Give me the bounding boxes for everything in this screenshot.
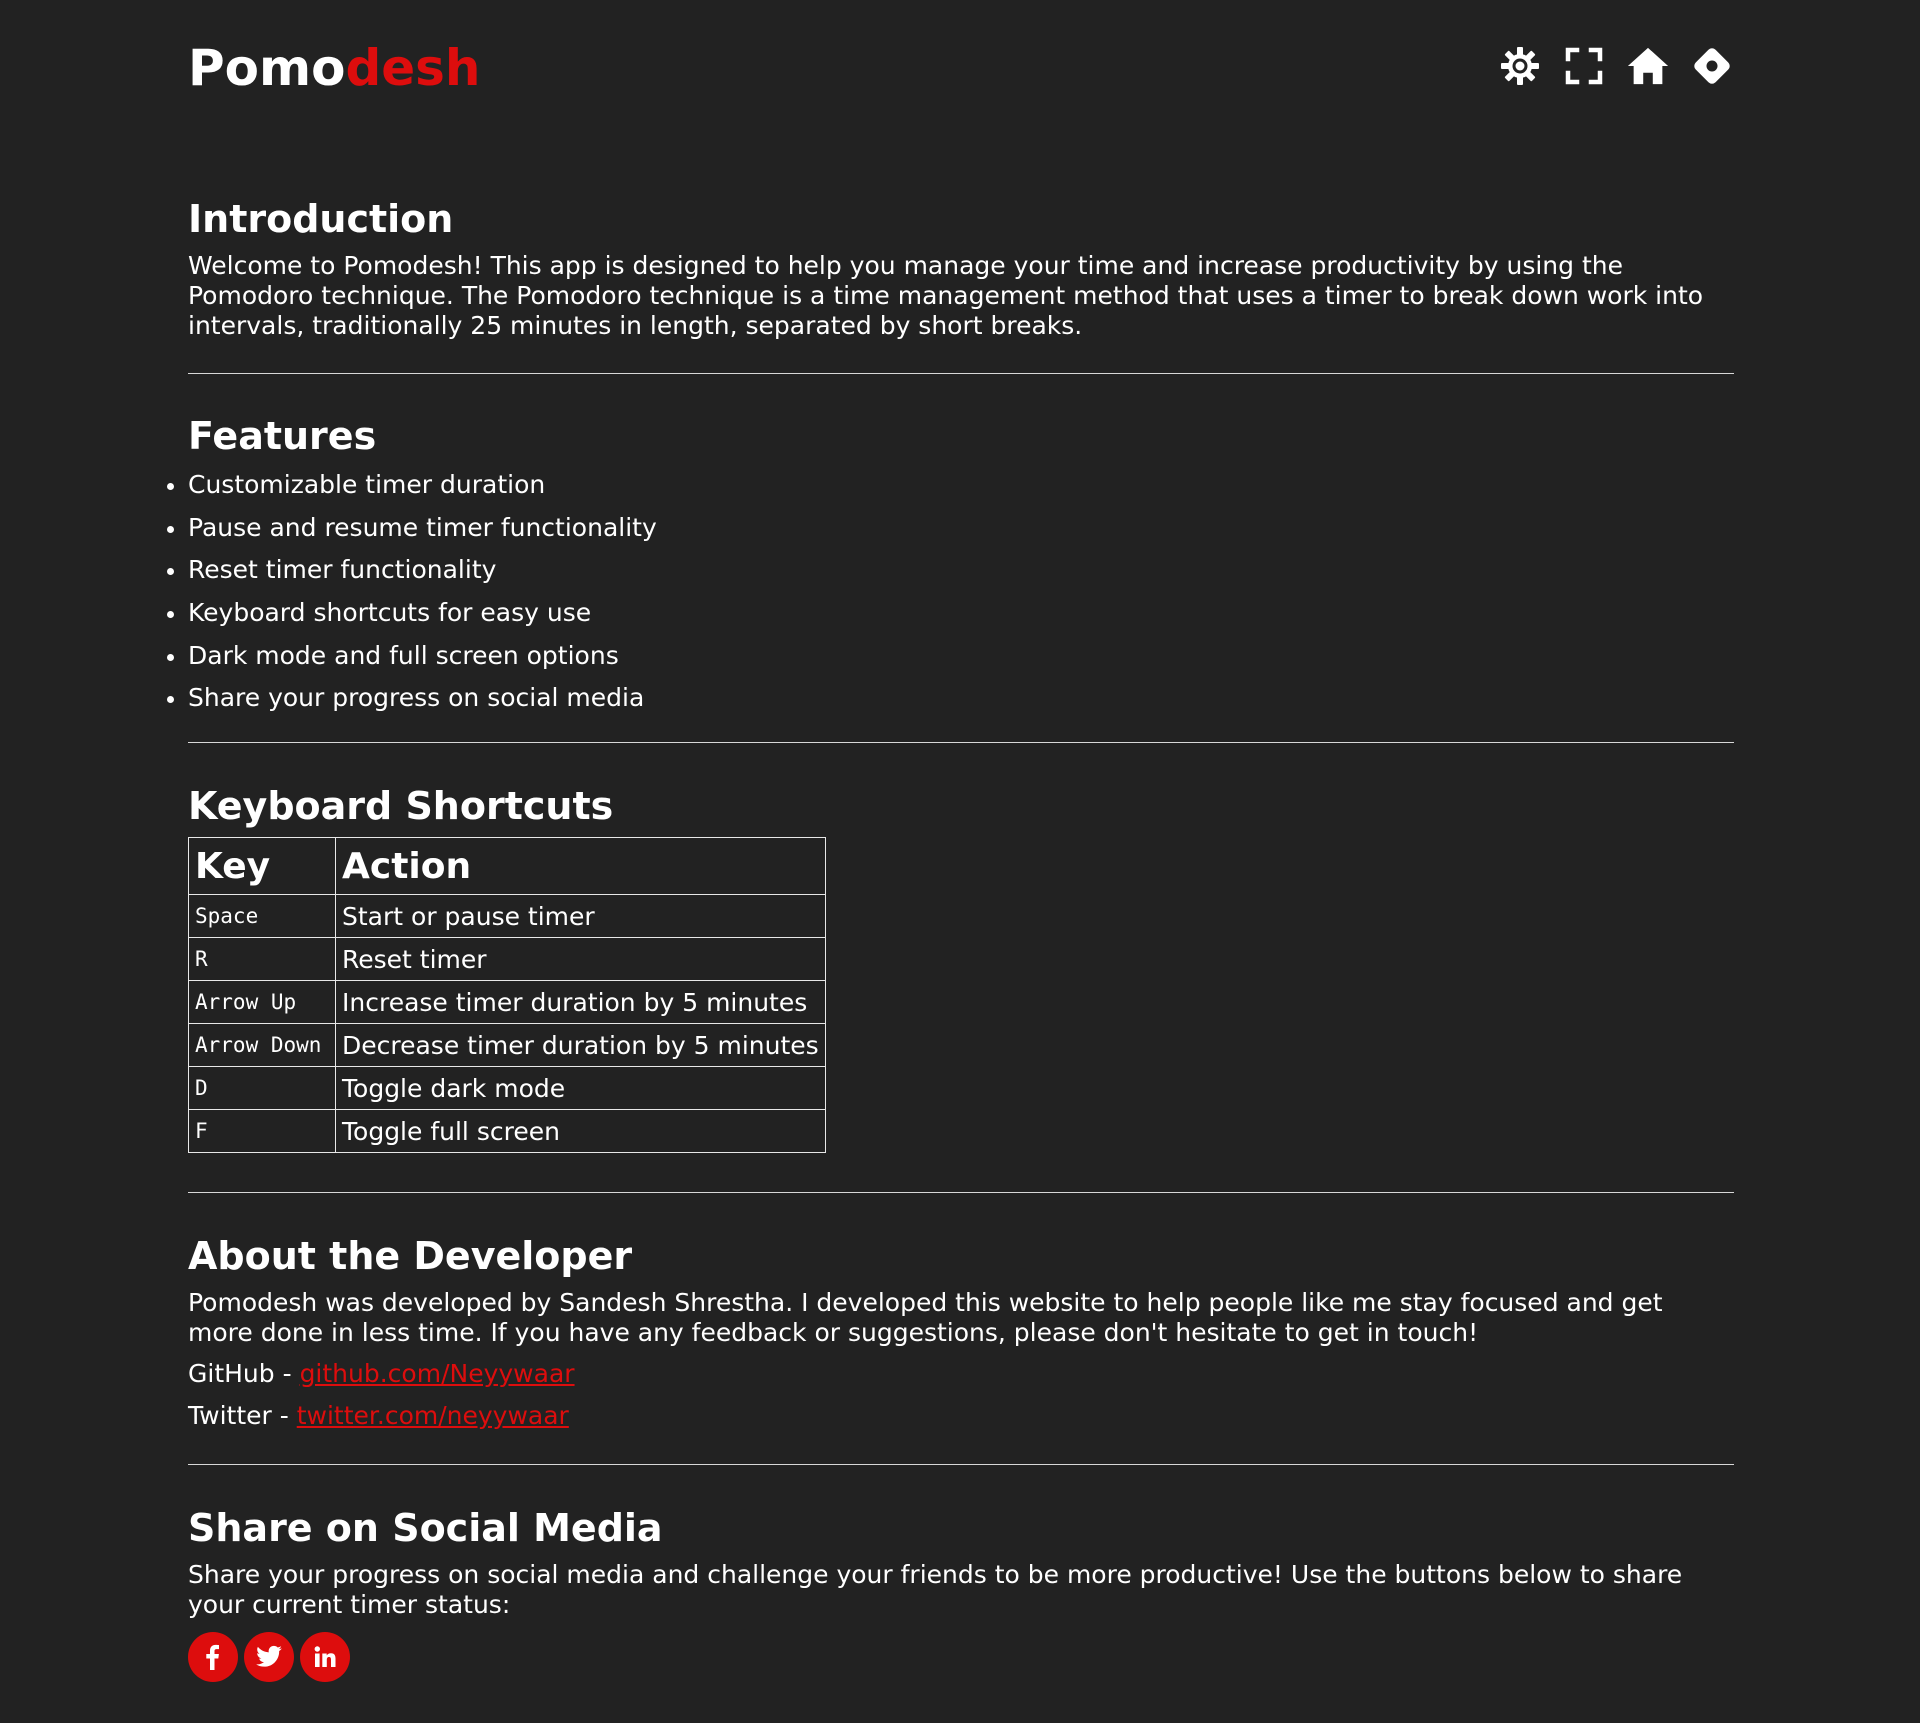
features-title: Features bbox=[188, 414, 377, 458]
list-item: Share your progress on social media bbox=[167, 677, 1734, 720]
location-button[interactable] bbox=[1690, 44, 1734, 88]
features-section: Features Customizable timer duration Pau… bbox=[167, 413, 1734, 720]
table-row: D Toggle dark mode bbox=[188, 1066, 826, 1110]
list-item: Dark mode and full screen options bbox=[167, 635, 1734, 678]
linkedin-share-button[interactable] bbox=[300, 1632, 350, 1682]
github-line: GitHub - github.com/Neyywaar bbox=[188, 1358, 1734, 1390]
github-label: GitHub - bbox=[188, 1359, 300, 1388]
shortcuts-table: Key Action Space Start or pause timer R … bbox=[188, 837, 826, 1153]
shortcuts-section: Keyboard Shortcuts Key Action Space Star… bbox=[188, 783, 1734, 1153]
twitter-link[interactable]: twitter.com/neyywaar bbox=[297, 1401, 569, 1430]
table-row: R Reset timer bbox=[188, 937, 826, 981]
column-header-action: Action bbox=[335, 837, 826, 895]
toolbar bbox=[1498, 44, 1734, 88]
features-list: Customizable timer duration Pause and re… bbox=[167, 464, 1734, 720]
list-item: Pause and resume timer functionality bbox=[167, 507, 1734, 550]
header: Pomodesh bbox=[188, 0, 1734, 140]
location-icon bbox=[1694, 48, 1730, 84]
divider bbox=[188, 1464, 1734, 1465]
shortcut-action: Toggle full screen bbox=[335, 1109, 826, 1153]
list-item: Customizable timer duration bbox=[167, 464, 1734, 507]
shortcuts-title: Keyboard Shortcuts bbox=[188, 784, 614, 828]
twitter-share-button[interactable] bbox=[244, 1632, 294, 1682]
table-row: Arrow Up Increase timer duration by 5 mi… bbox=[188, 980, 826, 1024]
shortcut-key: Space bbox=[188, 894, 336, 938]
twitter-icon bbox=[256, 1645, 282, 1667]
gear-icon bbox=[1501, 47, 1539, 85]
logo-accent: desh bbox=[345, 39, 481, 97]
home-icon bbox=[1627, 47, 1669, 85]
column-header-key: Key bbox=[188, 837, 336, 895]
twitter-line: Twitter - twitter.com/neyywaar bbox=[188, 1400, 1734, 1432]
social-buttons bbox=[188, 1632, 1734, 1682]
github-link[interactable]: github.com/Neyywaar bbox=[300, 1359, 575, 1388]
shortcut-action: Toggle dark mode bbox=[335, 1066, 826, 1110]
home-button[interactable] bbox=[1626, 44, 1670, 88]
developer-text: Pomodesh was developed by Sandesh Shrest… bbox=[188, 1288, 1663, 1347]
introduction-title: Introduction bbox=[188, 197, 454, 241]
introduction-section: Introduction Welcome to Pomodesh! This a… bbox=[188, 196, 1734, 341]
shortcut-action: Start or pause timer bbox=[335, 894, 826, 938]
facebook-share-button[interactable] bbox=[188, 1632, 238, 1682]
shortcut-action: Reset timer bbox=[335, 937, 826, 981]
linkedin-icon bbox=[314, 1646, 336, 1667]
fullscreen-icon bbox=[1565, 47, 1603, 85]
logo[interactable]: Pomodesh bbox=[188, 36, 481, 100]
share-section: Share on Social Media Share your progres… bbox=[188, 1505, 1734, 1682]
shortcut-key: F bbox=[188, 1109, 336, 1153]
fullscreen-button[interactable] bbox=[1562, 44, 1606, 88]
table-row: Arrow Down Decrease timer duration by 5 … bbox=[188, 1023, 826, 1067]
table-row: F Toggle full screen bbox=[188, 1109, 826, 1153]
settings-button[interactable] bbox=[1498, 44, 1542, 88]
shortcut-key: D bbox=[188, 1066, 336, 1110]
facebook-icon bbox=[206, 1644, 219, 1670]
list-item: Reset timer functionality bbox=[167, 549, 1734, 592]
page: Pomodesh Introduction Welcome to Pomodes… bbox=[167, 0, 1734, 1682]
introduction-text: Welcome to Pomodesh! This app is designe… bbox=[188, 251, 1704, 340]
list-item: Keyboard shortcuts for easy use bbox=[167, 592, 1734, 635]
table-row: Space Start or pause timer bbox=[188, 894, 826, 938]
share-title: Share on Social Media bbox=[188, 1506, 663, 1550]
developer-title: About the Developer bbox=[188, 1234, 633, 1278]
divider bbox=[188, 373, 1734, 374]
twitter-label: Twitter - bbox=[188, 1401, 297, 1430]
shortcut-action: Increase timer duration by 5 minutes bbox=[335, 980, 826, 1024]
developer-section: About the Developer Pomodesh was develop… bbox=[188, 1233, 1734, 1432]
shortcut-key: Arrow Down bbox=[188, 1023, 336, 1067]
share-text: Share your progress on social media and … bbox=[188, 1560, 1683, 1619]
shortcut-key: R bbox=[188, 937, 336, 981]
logo-primary: Pomo bbox=[188, 39, 346, 97]
divider bbox=[188, 742, 1734, 743]
divider bbox=[188, 1192, 1734, 1193]
table-header-row: Key Action bbox=[188, 837, 826, 895]
shortcut-key: Arrow Up bbox=[188, 980, 336, 1024]
shortcut-action: Decrease timer duration by 5 minutes bbox=[335, 1023, 826, 1067]
